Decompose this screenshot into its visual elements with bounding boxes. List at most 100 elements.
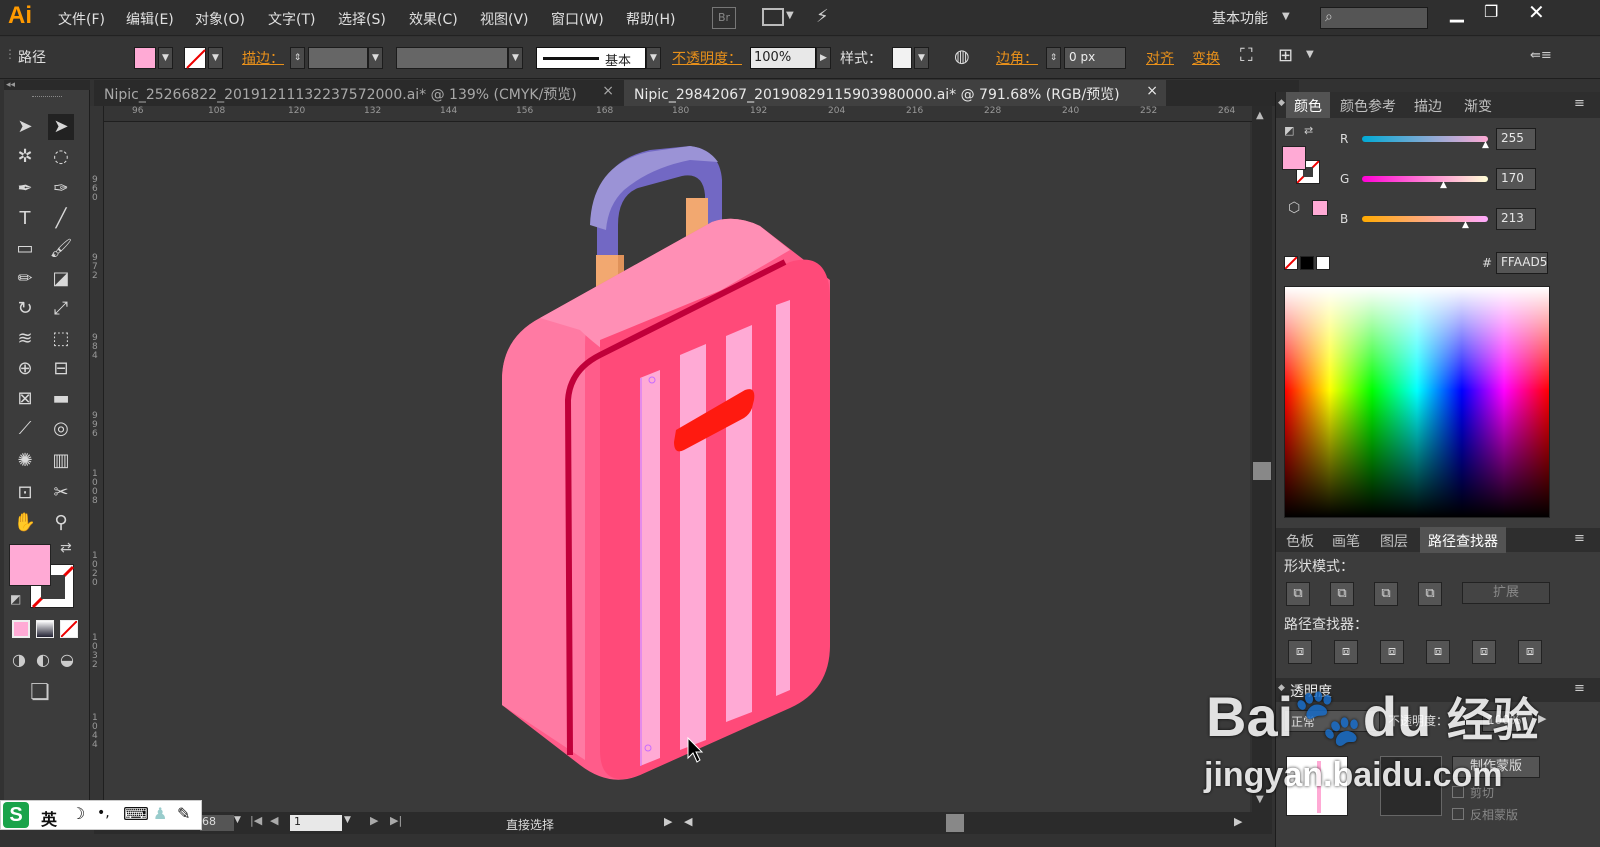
panel-menu-icon[interactable]: ⇚≡ bbox=[1530, 48, 1552, 63]
fill-dropdown[interactable]: ▼ bbox=[158, 47, 173, 69]
scroll-left-icon[interactable]: ◀ bbox=[684, 815, 692, 828]
width-tool-icon[interactable]: ≋ bbox=[12, 326, 38, 352]
divide-icon[interactable]: ⧈ bbox=[1288, 640, 1312, 664]
corner-label[interactable]: 边角： bbox=[996, 48, 1038, 68]
stroke-weight-field[interactable] bbox=[308, 47, 368, 69]
green-slider-thumb[interactable]: ▲ bbox=[1440, 180, 1447, 190]
tab-gradient[interactable]: 渐变 bbox=[1456, 92, 1500, 118]
next-artboard-icon[interactable]: ▶ bbox=[370, 814, 378, 827]
scale-tool-icon[interactable]: ⤢ bbox=[48, 296, 74, 322]
stroke-dropdown[interactable]: ▼ bbox=[208, 47, 223, 69]
corner-field[interactable]: 0 px bbox=[1064, 47, 1126, 69]
artboard-canvas[interactable] bbox=[104, 122, 1250, 812]
color-spectrum[interactable] bbox=[1284, 286, 1550, 518]
prev-artboard-icon[interactable]: ◀ bbox=[270, 814, 278, 827]
draw-normal-icon[interactable]: ◑ bbox=[12, 650, 26, 669]
swap-icon[interactable]: ⇄ bbox=[60, 540, 72, 556]
outline-icon[interactable]: ⧈ bbox=[1472, 640, 1496, 664]
minimize-button[interactable]: ▁ bbox=[1450, 2, 1464, 23]
style-dropdown[interactable]: ▼ bbox=[914, 47, 929, 69]
graphic-style-swatch[interactable] bbox=[892, 47, 912, 69]
pen-tool-icon[interactable]: ✒ bbox=[12, 176, 38, 202]
brush-definition[interactable]: 基本 bbox=[536, 47, 646, 69]
stripe-selected[interactable] bbox=[640, 370, 660, 766]
column-graph-tool-icon[interactable]: ▥ bbox=[48, 448, 74, 474]
stripe[interactable] bbox=[726, 325, 752, 722]
punctuation-icon[interactable]: •, bbox=[97, 805, 110, 821]
artboard-number-field[interactable]: 1 bbox=[290, 815, 342, 831]
none-mode-icon[interactable] bbox=[60, 620, 78, 638]
red-slider-thumb[interactable]: ▲ bbox=[1482, 140, 1489, 150]
stroke-weight-dropdown[interactable]: ▼ bbox=[368, 47, 383, 69]
black-swatch[interactable] bbox=[1300, 256, 1314, 270]
tab-document-2[interactable]: Nipic_29842067_20190829115903980000.ai* … bbox=[624, 80, 1166, 106]
first-artboard-icon[interactable]: |◀ bbox=[250, 814, 262, 827]
default-fill-stroke-icon[interactable]: ◩ bbox=[1284, 124, 1294, 137]
scroll-right-icon[interactable]: ▶ bbox=[1234, 815, 1242, 828]
pencil-tool-icon[interactable]: ✏ bbox=[12, 266, 38, 292]
perspective-grid-tool-icon[interactable]: ⊟ bbox=[48, 356, 74, 382]
blue-slider-thumb[interactable]: ▲ bbox=[1462, 220, 1469, 230]
corner-stepper[interactable]: ⇕ bbox=[1046, 47, 1061, 69]
tab-swatches[interactable]: 色板 bbox=[1278, 527, 1322, 553]
trim-icon[interactable]: ⧈ bbox=[1334, 640, 1358, 664]
isolate-icon[interactable]: ⛶ bbox=[1240, 45, 1253, 66]
red-slider[interactable] bbox=[1362, 136, 1488, 142]
search-input[interactable]: ⌕ bbox=[1320, 7, 1428, 29]
expand-button[interactable]: 扩展 bbox=[1462, 582, 1550, 604]
tab-layers[interactable]: 图层 bbox=[1372, 527, 1416, 553]
scroll-up-icon[interactable]: ▲ bbox=[1256, 110, 1264, 121]
menu-effect[interactable]: 效果(C) bbox=[409, 9, 458, 29]
opacity-label[interactable]: 不透明度： bbox=[672, 48, 742, 68]
restore-button[interactable]: ❐ bbox=[1484, 2, 1498, 21]
collapse-icon[interactable]: ◂◂ bbox=[4, 80, 90, 90]
selection-tool-icon[interactable]: ➤ bbox=[12, 114, 38, 140]
opacity-field[interactable]: 100% bbox=[750, 47, 816, 69]
menu-view[interactable]: 视图(V) bbox=[480, 9, 529, 29]
stripe[interactable] bbox=[680, 344, 706, 750]
zoom-tool-icon[interactable]: ⚲ bbox=[48, 510, 74, 536]
crop-icon[interactable]: ⧈ bbox=[1426, 640, 1450, 664]
minus-back-icon[interactable]: ⧈ bbox=[1518, 640, 1542, 664]
tab-color[interactable]: 颜色 bbox=[1286, 92, 1330, 118]
panel-menu-icon[interactable]: ≡ bbox=[1574, 531, 1585, 546]
symbol-sprayer-tool-icon[interactable]: ✺ bbox=[12, 448, 38, 474]
screen-mode-icon[interactable]: ❏ bbox=[30, 680, 50, 705]
suitcase-artwork[interactable] bbox=[104, 122, 1250, 812]
blue-slider[interactable] bbox=[1362, 216, 1488, 222]
h-scroll-thumb[interactable] bbox=[946, 814, 964, 832]
direct-selection-tool-icon[interactable]: ➤ bbox=[48, 114, 74, 140]
ime-lang-toggle[interactable]: 英 bbox=[41, 806, 57, 830]
magic-wand-tool-icon[interactable]: ✲ bbox=[12, 144, 38, 170]
tab-close-icon[interactable]: × bbox=[602, 83, 614, 99]
shape-builder-tool-icon[interactable]: ⊕ bbox=[12, 356, 38, 382]
sogou-logo-icon[interactable]: S bbox=[3, 802, 29, 828]
gradient-tool-icon[interactable]: ▬ bbox=[48, 386, 74, 412]
slice-tool-icon[interactable]: ✂ bbox=[48, 480, 74, 506]
web-safe-swatch[interactable] bbox=[1312, 200, 1328, 216]
type-tool-icon[interactable]: T bbox=[12, 206, 38, 232]
chevron-down-icon[interactable]: ▼ bbox=[1282, 11, 1290, 22]
rotate-tool-icon[interactable]: ↻ bbox=[12, 296, 38, 322]
stroke-swatch[interactable] bbox=[184, 47, 206, 69]
white-swatch[interactable] bbox=[1316, 256, 1330, 270]
opacity-arrow[interactable]: ▶ bbox=[816, 47, 831, 69]
menu-select[interactable]: 选择(S) bbox=[338, 9, 386, 29]
opacity-arrow[interactable]: ▶ bbox=[1538, 712, 1546, 725]
unite-icon[interactable]: ⧉ bbox=[1286, 582, 1310, 606]
tab-close-icon[interactable]: × bbox=[1146, 83, 1158, 99]
scroll-down-icon[interactable]: ▼ bbox=[1256, 794, 1264, 805]
scroll-thumb[interactable] bbox=[1253, 462, 1271, 480]
merge-icon[interactable]: ⧈ bbox=[1380, 640, 1404, 664]
hand-tool-icon[interactable]: ✋ bbox=[12, 510, 38, 536]
blend-tool-icon[interactable]: ◎ bbox=[48, 416, 74, 442]
swap-icon[interactable]: ⇄ bbox=[1304, 124, 1313, 137]
last-artboard-icon[interactable]: ▶| bbox=[390, 814, 402, 827]
gradient-mode-icon[interactable] bbox=[36, 620, 54, 638]
user-icon[interactable]: ♟ bbox=[153, 804, 167, 823]
intersect-icon[interactable]: ⧉ bbox=[1374, 582, 1398, 606]
green-value-field[interactable]: 170 bbox=[1496, 168, 1536, 190]
zoom-field[interactable]: 68 bbox=[200, 815, 234, 831]
close-button[interactable]: ✕ bbox=[1528, 0, 1545, 24]
draw-behind-icon[interactable]: ◐ bbox=[36, 650, 50, 669]
